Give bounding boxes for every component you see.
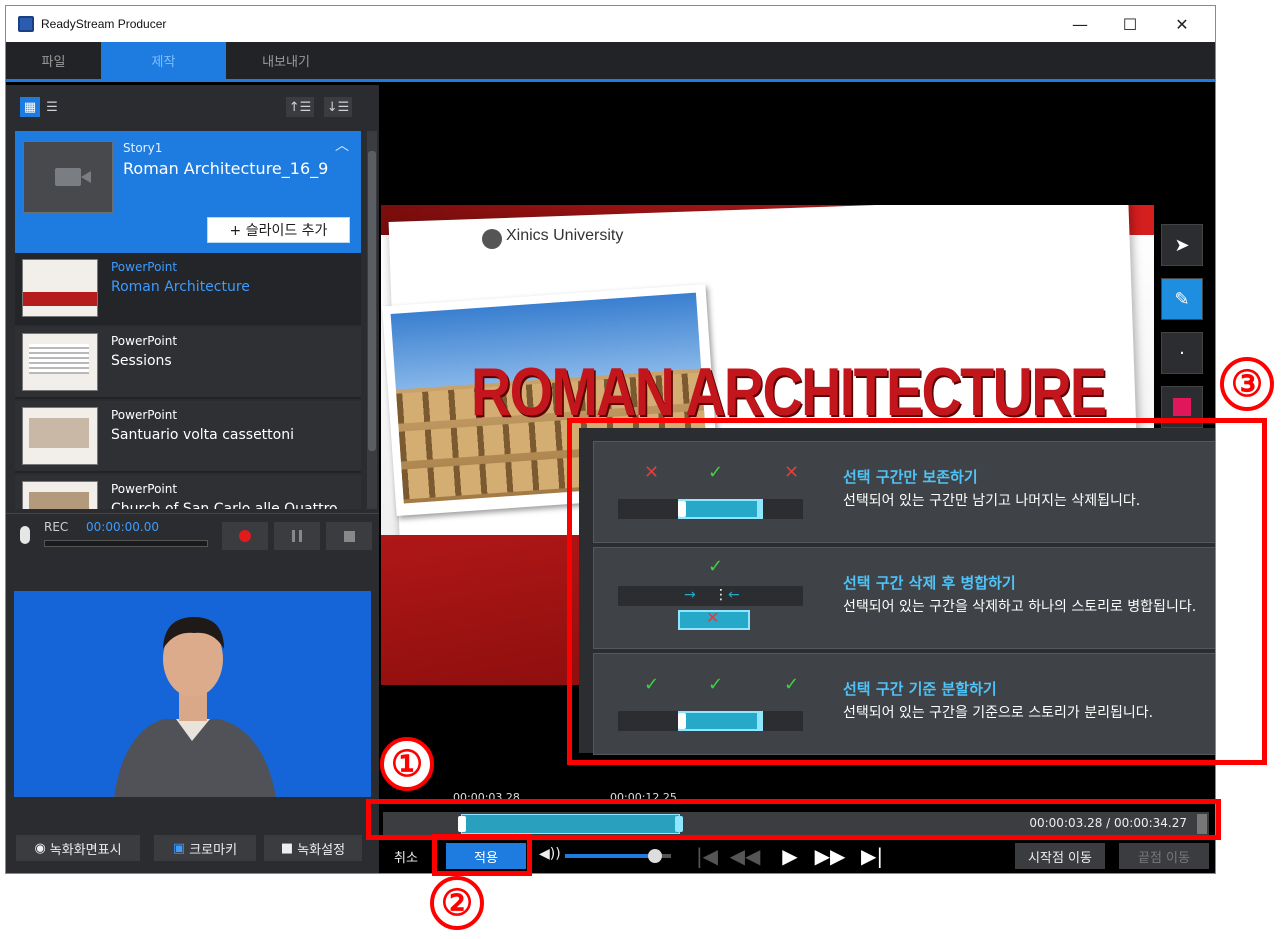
- list-view-icon[interactable]: ☰: [42, 97, 62, 117]
- annotation-toolbar: ➤ ✎ ·: [1156, 220, 1208, 440]
- audio-level-meter: [44, 540, 208, 547]
- slide-type: PowerPoint: [111, 334, 178, 348]
- slide-thumbnail: [22, 407, 98, 465]
- tab-produce[interactable]: 제작: [101, 42, 226, 79]
- record-icon: [239, 530, 251, 542]
- color-swatch: [1173, 398, 1191, 416]
- move-up-icon[interactable]: ↑☰: [286, 97, 314, 117]
- annotation-number-3: ③: [1220, 357, 1274, 411]
- add-slide-button[interactable]: + 슬라이드 추가: [207, 217, 350, 243]
- person-icon: ▣: [172, 840, 186, 856]
- annotation-number-2: ②: [430, 876, 484, 930]
- recording-settings-button[interactable]: ■ 녹화설정: [264, 835, 362, 861]
- collapse-icon[interactable]: ︿: [335, 135, 349, 155]
- slide-thumbnail: [22, 259, 98, 317]
- skip-to-end-icon[interactable]: ▶|: [857, 843, 887, 869]
- pen-icon[interactable]: ✎: [1161, 278, 1203, 320]
- minimize-button[interactable]: —: [1055, 6, 1105, 42]
- volume-fill: [565, 854, 656, 858]
- volume-slider[interactable]: [565, 849, 671, 863]
- rewind-icon[interactable]: ◀◀: [730, 843, 761, 869]
- tab-file[interactable]: 파일: [6, 42, 101, 79]
- close-button[interactable]: ✕: [1157, 6, 1207, 42]
- volume-knob[interactable]: [648, 849, 663, 863]
- slide-type: PowerPoint: [111, 408, 178, 422]
- stop-button[interactable]: [326, 522, 372, 550]
- slide-name: Santuario volta cassettoni: [111, 427, 294, 443]
- rec-label: REC: [44, 520, 69, 534]
- recorder-bar: REC 00:00:00.00: [6, 513, 379, 557]
- show-recording-screen-label: 녹화화면표시: [49, 842, 122, 858]
- microphone-icon: [20, 526, 30, 544]
- webcam-preview: [14, 591, 371, 797]
- title-bar: ReadyStream Producer — ☐ ✕: [6, 6, 1215, 42]
- thumbnail-view-icon[interactable]: ▦: [20, 97, 40, 117]
- maximize-button[interactable]: ☐: [1105, 6, 1155, 42]
- camera-settings-icon: ■: [280, 840, 294, 856]
- slide-name: Roman Architecture: [111, 279, 250, 295]
- slide-type: PowerPoint: [111, 260, 178, 274]
- fast-forward-icon[interactable]: ▶▶: [815, 843, 846, 869]
- story-panel: ▦ ☰ ↑☰ ↓☰ Story1 Roman Architecture_16_9…: [6, 85, 379, 873]
- rec-time: 00:00:00.00: [86, 520, 159, 534]
- menu-bar: 파일 제작 내보내기: [6, 42, 1215, 82]
- slide-name: Church of San Carlo alle Quattro: [111, 501, 338, 509]
- camera-icon: [55, 168, 91, 186]
- slide-thumbnail: [22, 481, 98, 509]
- pause-button[interactable]: [274, 522, 320, 550]
- story-header[interactable]: Story1 Roman Architecture_16_9 ︿ + 슬라이드 …: [15, 131, 361, 253]
- pause-icon: [292, 530, 302, 542]
- move-to-end-button[interactable]: 끝점 이동: [1119, 843, 1209, 869]
- slide-item[interactable]: PowerPoint Sessions: [15, 327, 361, 399]
- chroma-key-button[interactable]: ▣ 크로마키: [154, 835, 256, 861]
- recording-settings-label: 녹화설정: [297, 842, 346, 858]
- move-down-icon[interactable]: ↓☰: [324, 97, 352, 117]
- scroll-thumb[interactable]: [368, 151, 376, 451]
- eye-icon: ◉: [34, 840, 46, 856]
- app-title: ReadyStream Producer: [41, 17, 167, 31]
- show-recording-screen-button[interactable]: ◉ 녹화화면표시: [16, 835, 140, 861]
- story-thumbnail: [23, 141, 113, 213]
- annotation-box-options: [567, 418, 1267, 765]
- move-to-start-button[interactable]: 시작점 이동: [1015, 843, 1105, 869]
- slide-thumbnail: [22, 333, 98, 391]
- slide-item[interactable]: PowerPoint Church of San Carlo alle Quat…: [15, 475, 361, 509]
- webcam-toolbar: ◉ 녹화화면표시 ▣ 크로마키 ■ 녹화설정: [6, 823, 379, 873]
- volume-icon[interactable]: ◀)): [539, 846, 561, 862]
- slide-list-scrollbar[interactable]: [367, 131, 377, 509]
- annotation-box-apply: [432, 834, 532, 876]
- annotation-number-1: ①: [380, 737, 434, 791]
- pointer-icon[interactable]: ➤: [1161, 224, 1203, 266]
- pen-size-icon[interactable]: ·: [1161, 332, 1203, 374]
- stop-icon: [343, 530, 355, 542]
- app-icon: [18, 16, 34, 32]
- slide-item[interactable]: PowerPoint Santuario volta cassettoni: [15, 401, 361, 473]
- university-logo: [482, 229, 502, 249]
- slide-list: PowerPoint Roman Architecture PowerPoint…: [15, 253, 361, 509]
- slide-item[interactable]: PowerPoint Roman Architecture: [15, 253, 361, 325]
- story-title: Roman Architecture_16_9: [123, 159, 329, 178]
- university-name: Xinics University: [506, 227, 624, 244]
- webcam-pane: [6, 563, 379, 797]
- presenter-image: [114, 617, 276, 797]
- story-label: Story1: [123, 141, 163, 155]
- list-toolbar: ▦ ☰ ↑☰ ↓☰: [6, 85, 379, 131]
- chroma-key-label: 크로마키: [189, 842, 238, 858]
- skip-to-start-icon[interactable]: |◀: [692, 843, 722, 869]
- play-icon[interactable]: ▶: [775, 843, 805, 869]
- record-button[interactable]: [222, 522, 268, 550]
- tab-export[interactable]: 내보내기: [226, 42, 346, 79]
- cancel-button[interactable]: 취소: [383, 843, 429, 869]
- slide-type: PowerPoint: [111, 482, 178, 496]
- slide-name: Sessions: [111, 353, 172, 369]
